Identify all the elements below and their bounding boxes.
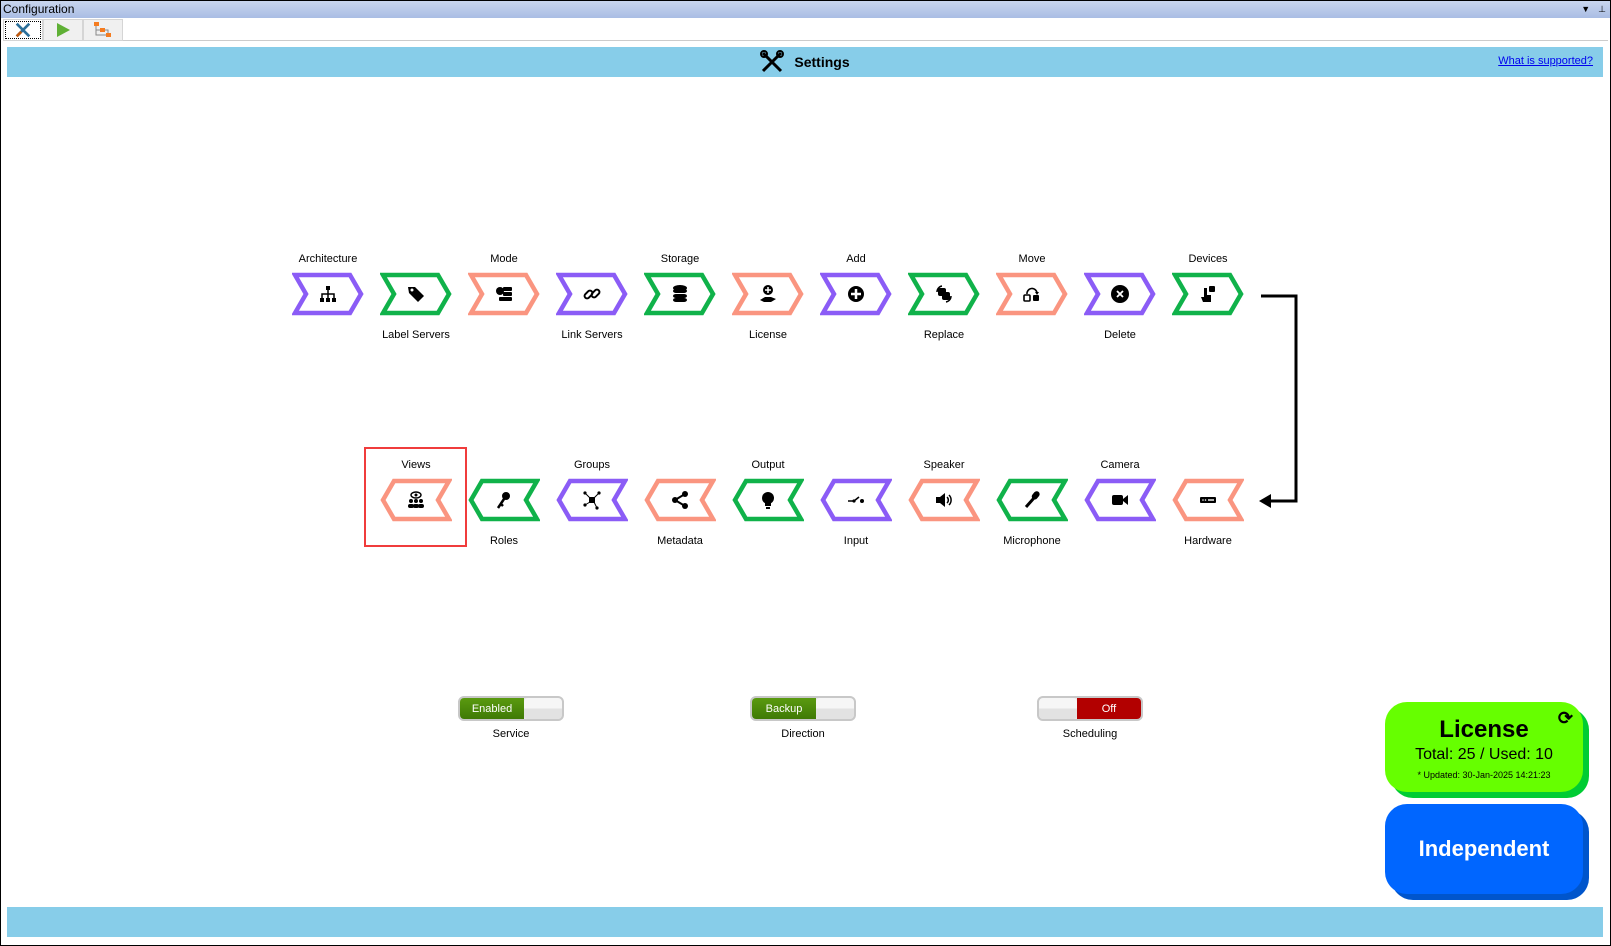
step-label: Devices: [1188, 253, 1228, 265]
flow-connector-arrow: [1259, 294, 1298, 508]
database-icon: [673, 285, 687, 302]
tag-icon: [408, 287, 424, 302]
step-delete[interactable]: [1084, 272, 1156, 316]
step-label: Storage: [660, 253, 700, 265]
step-label: License: [749, 329, 787, 341]
move-icon: [1023, 287, 1039, 302]
step-license[interactable]: [732, 272, 804, 316]
step-microphone[interactable]: [996, 478, 1068, 522]
license-title: License: [1439, 716, 1529, 743]
tab-run[interactable]: [43, 19, 83, 41]
step-mode[interactable]: [468, 272, 540, 316]
step-label: Mode: [490, 253, 518, 265]
toggle-state: Off: [1077, 698, 1141, 719]
step-architecture[interactable]: [292, 272, 364, 316]
step-label: Hardware: [1184, 535, 1232, 547]
window-title: Configuration: [3, 2, 75, 16]
toggle-label: Service: [492, 728, 530, 740]
hand-pointer-icon: [1201, 286, 1215, 302]
server-gear-icon: [496, 287, 512, 301]
step-camera[interactable]: [1084, 478, 1156, 522]
step-label: Label Servers: [382, 329, 450, 341]
toggle-label: Direction: [781, 728, 825, 740]
step-output[interactable]: [732, 478, 804, 522]
license-updated: * Updated: 30-Jan-2025 14:21:23: [1417, 770, 1551, 780]
selected-step-highlight: [364, 447, 467, 547]
configuration-window: [0, 0, 1611, 946]
hand-plus-icon: [760, 285, 776, 302]
window-titlebar: Configuration ▼ ⊥: [1, 1, 1610, 18]
tab-strip: [3, 19, 1608, 41]
license-card[interactable]: ⟳ License Total: 25 / Used: 10 * Updated…: [1385, 702, 1583, 792]
step-label: Add: [846, 253, 866, 265]
flow-icon: [94, 22, 111, 37]
step-label: Roles: [489, 535, 519, 547]
step-label: Delete: [1104, 329, 1136, 341]
tab-settings[interactable]: [3, 19, 43, 41]
independent-mode-button[interactable]: Independent: [1385, 804, 1583, 894]
hardware-icon: [1200, 497, 1216, 503]
service-toggle[interactable]: Enabled: [458, 696, 564, 721]
step-roles[interactable]: [468, 478, 540, 522]
step-replace[interactable]: [908, 272, 980, 316]
play-icon: [57, 23, 70, 37]
step-label: Replace: [923, 329, 965, 341]
step-label: Move: [1018, 253, 1046, 265]
refresh-icon[interactable]: ⟳: [1558, 708, 1573, 729]
step-label: Metadata: [657, 535, 703, 547]
what-is-supported-link[interactable]: What is supported?: [1498, 55, 1593, 67]
link-icon: [583, 288, 601, 300]
step-label-servers[interactable]: [380, 272, 452, 316]
video-icon: [1112, 495, 1128, 505]
toggle-label: Scheduling: [1062, 728, 1118, 740]
step-label: Output: [751, 459, 785, 471]
step-label: Input: [843, 535, 869, 547]
footer-bar: [7, 907, 1603, 937]
share-nodes-icon: [672, 491, 688, 509]
step-label: Microphone: [1003, 535, 1061, 547]
step-move[interactable]: [996, 272, 1068, 316]
dropdown-icon[interactable]: ▼: [1581, 1, 1590, 18]
pin-icon[interactable]: ⊥: [1598, 1, 1606, 18]
lightbulb-icon: [762, 492, 774, 509]
tools-icon: [760, 50, 785, 73]
scheduling-toggle[interactable]: Off: [1037, 696, 1143, 721]
tools-icon: [15, 22, 31, 38]
step-label: Groups: [573, 459, 611, 471]
step-add[interactable]: [820, 272, 892, 316]
step-hardware[interactable]: [1172, 478, 1244, 522]
step-metadata[interactable]: [644, 478, 716, 522]
step-label: Architecture: [298, 253, 358, 265]
groups-icon: [583, 491, 601, 510]
step-label: Speaker: [923, 459, 965, 471]
step-label: Camera: [1100, 459, 1140, 471]
toggle-knob[interactable]: [524, 698, 562, 719]
settings-header: Settings What is supported?: [7, 47, 1603, 77]
volume-icon: [936, 493, 952, 507]
replace-icon: [936, 285, 952, 303]
step-label: Link Servers: [561, 329, 623, 341]
toggle-state: Enabled: [460, 698, 524, 719]
step-groups[interactable]: [556, 478, 628, 522]
switch-icon: [848, 496, 864, 503]
step-devices[interactable]: [1172, 272, 1244, 316]
toggle-knob[interactable]: [1039, 698, 1077, 719]
step-link-servers[interactable]: [556, 272, 628, 316]
step-speaker[interactable]: [908, 478, 980, 522]
microphone-icon: [1024, 491, 1040, 508]
sitemap-icon: [320, 286, 336, 302]
step-input[interactable]: [820, 478, 892, 522]
direction-toggle[interactable]: Backup: [750, 696, 856, 721]
tab-flow[interactable]: [83, 19, 123, 41]
toggle-knob[interactable]: [816, 698, 854, 719]
toggle-state: Backup: [752, 698, 816, 719]
page-title: Settings: [794, 54, 850, 70]
step-storage[interactable]: [644, 272, 716, 316]
license-total-used: Total: 25 / Used: 10: [1415, 746, 1553, 763]
plus-circle-icon: [848, 286, 864, 302]
x-circle-icon: [1111, 285, 1129, 303]
keys-icon: [496, 492, 510, 509]
